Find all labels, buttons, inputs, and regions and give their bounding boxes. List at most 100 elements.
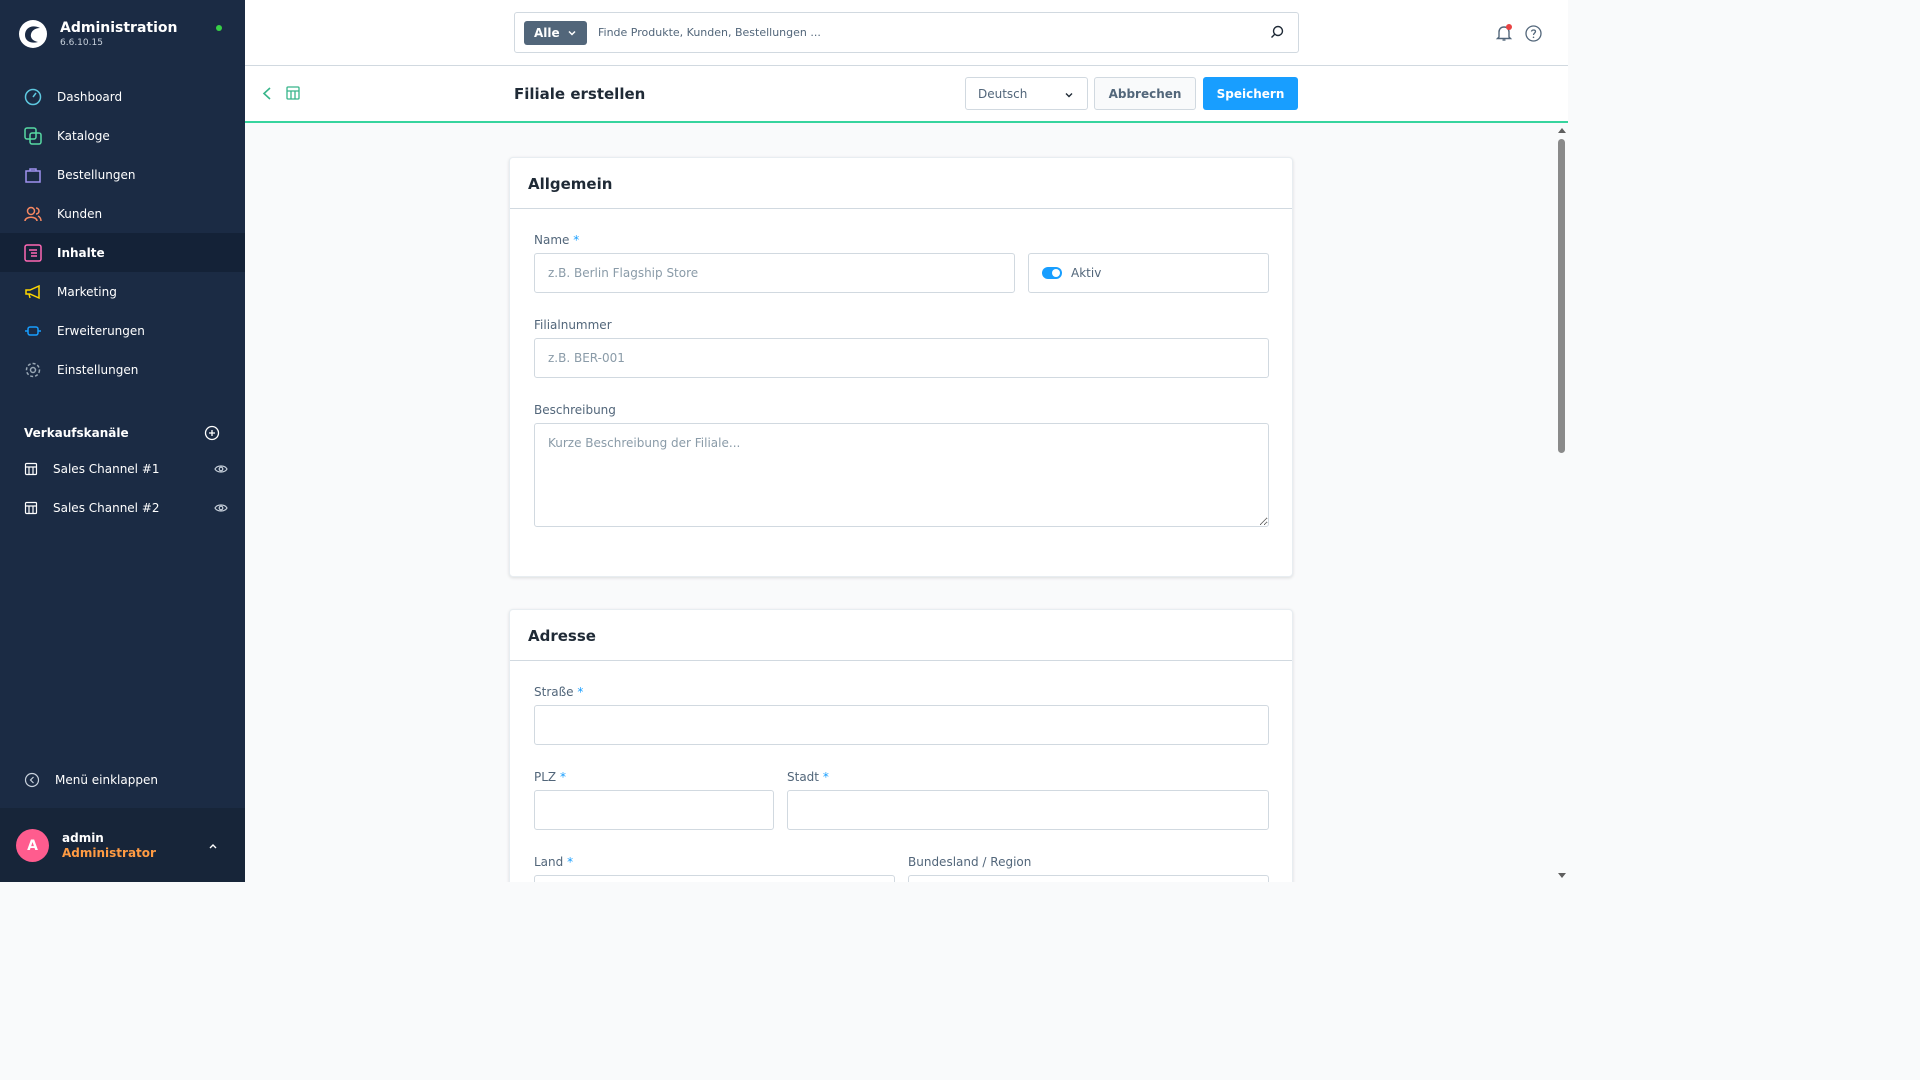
user-menu[interactable]: A admin Administrator	[0, 808, 245, 882]
nav-item-orders[interactable]: Bestellungen	[0, 155, 245, 194]
required-marker: *	[822, 770, 829, 784]
nav-label: Marketing	[57, 284, 117, 299]
sales-channel-item-2[interactable]: Sales Channel #2	[24, 498, 228, 518]
sales-channel-label: Sales Channel #1	[53, 462, 160, 476]
country-label: Land *	[534, 855, 574, 869]
card-divider	[510, 208, 1292, 209]
required-marker: *	[567, 855, 574, 869]
storefront-icon	[24, 501, 38, 515]
catalog-icon	[24, 126, 42, 145]
sales-channel-item-1[interactable]: Sales Channel #1	[24, 459, 228, 479]
card-title: Adresse	[528, 627, 596, 645]
search-type-label: Alle	[534, 26, 560, 40]
language-label: Deutsch	[978, 86, 1028, 101]
nav-label: Kataloge	[57, 128, 110, 143]
name-field[interactable]	[534, 253, 1015, 293]
city-field[interactable]	[787, 790, 1269, 830]
active-label: Aktiv	[1071, 266, 1102, 280]
orders-icon	[25, 167, 41, 183]
nav-label: Einstellungen	[57, 362, 139, 377]
nav-item-customers[interactable]: Kunden	[0, 194, 245, 233]
page-header: Filiale erstellen Deutsch Abbrechen Spei…	[245, 66, 1568, 123]
country-field[interactable]	[534, 875, 895, 882]
state-field[interactable]	[908, 875, 1269, 882]
search-icon[interactable]	[1270, 25, 1284, 39]
main-nav: Dashboard Kataloge Bestellungen Kunden I…	[0, 77, 245, 389]
nav-label: Kunden	[57, 206, 103, 221]
chevron-down-icon	[568, 30, 576, 36]
avatar: A	[16, 829, 49, 862]
shopware-logo-icon[interactable]	[18, 19, 48, 49]
status-dot-icon	[216, 25, 222, 31]
dashboard-icon	[24, 88, 42, 105]
storefront-icon	[286, 86, 300, 100]
street-field[interactable]	[534, 705, 1269, 745]
user-role: Administrator	[62, 846, 156, 860]
help-icon[interactable]	[1525, 25, 1542, 42]
zip-label: PLZ *	[534, 770, 566, 784]
collapse-menu-button[interactable]: Menü einklappen	[24, 772, 158, 788]
nav-item-marketing[interactable]: Marketing	[0, 272, 245, 311]
address-card: Adresse Straße * PLZ * Stadt * Land * Bu…	[509, 609, 1293, 882]
nav-label: Bestellungen	[57, 167, 136, 182]
nav-label: Dashboard	[57, 89, 123, 104]
nav-label: Erweiterungen	[57, 323, 145, 338]
page-scrollbar[interactable]	[1555, 124, 1568, 882]
nav-label: Inhalte	[57, 245, 105, 260]
app-version: 6.6.10.15	[60, 38, 103, 48]
nav-item-extensions[interactable]: Erweiterungen	[0, 311, 245, 350]
number-label: Filialnummer	[534, 318, 612, 332]
search-input[interactable]	[598, 13, 1258, 52]
notification-badge	[1506, 24, 1512, 30]
save-button[interactable]: Speichern	[1203, 77, 1298, 110]
required-marker: *	[577, 685, 584, 699]
eye-icon[interactable]	[214, 462, 228, 476]
eye-icon[interactable]	[214, 501, 228, 515]
cancel-button[interactable]: Abbrechen	[1094, 77, 1196, 110]
page-title: Filiale erstellen	[514, 85, 646, 103]
street-label: Straße *	[534, 685, 584, 699]
scroll-down-arrow-icon[interactable]	[1558, 873, 1566, 878]
required-marker: *	[559, 770, 566, 784]
sidebar: Administration 6.6.10.15 Dashboard Katal…	[0, 0, 245, 882]
top-bar: Alle	[245, 0, 1568, 66]
user-name: admin	[62, 831, 104, 845]
city-label: Stadt *	[787, 770, 829, 784]
required-marker: *	[573, 233, 580, 247]
zip-field[interactable]	[534, 790, 774, 830]
language-select[interactable]: Deutsch	[965, 77, 1088, 110]
search-type-select[interactable]: Alle	[524, 21, 587, 45]
main-content: Allgemein Name * Aktiv Filialnummer Besc…	[245, 124, 1555, 882]
sidebar-header: Administration 6.6.10.15	[0, 0, 245, 70]
extensions-icon	[25, 325, 41, 336]
store-number-field[interactable]	[534, 338, 1269, 378]
collapse-label: Menü einklappen	[55, 773, 158, 787]
card-divider	[510, 660, 1292, 661]
collapse-icon	[24, 772, 40, 788]
description-label: Beschreibung	[534, 403, 616, 417]
active-switch-field[interactable]: Aktiv	[1028, 253, 1269, 293]
customers-icon	[24, 206, 42, 221]
active-toggle[interactable]	[1042, 267, 1062, 279]
nav-item-content[interactable]: Inhalte	[0, 233, 245, 272]
general-card: Allgemein Name * Aktiv Filialnummer Besc…	[509, 157, 1293, 577]
back-arrow-icon[interactable]	[261, 86, 273, 101]
description-field[interactable]	[534, 423, 1269, 527]
nav-item-catalog[interactable]: Kataloge	[0, 116, 245, 155]
content-icon	[24, 243, 42, 262]
chevron-up-icon[interactable]	[207, 840, 219, 852]
scroll-up-arrow-icon[interactable]	[1558, 128, 1566, 133]
chevron-down-icon	[1065, 93, 1073, 98]
storefront-icon	[24, 462, 38, 476]
add-sales-channel-icon[interactable]	[204, 425, 220, 441]
app-title: Administration	[60, 20, 178, 36]
state-label: Bundesland / Region	[908, 855, 1032, 869]
scrollbar-thumb[interactable]	[1558, 139, 1565, 453]
nav-item-dashboard[interactable]: Dashboard	[0, 77, 245, 116]
marketing-icon	[25, 284, 40, 299]
settings-icon	[25, 362, 41, 377]
card-title: Allgemein	[528, 175, 613, 193]
nav-item-settings[interactable]: Einstellungen	[0, 350, 245, 389]
name-label: Name *	[534, 233, 580, 247]
global-search: Alle	[514, 12, 1299, 53]
